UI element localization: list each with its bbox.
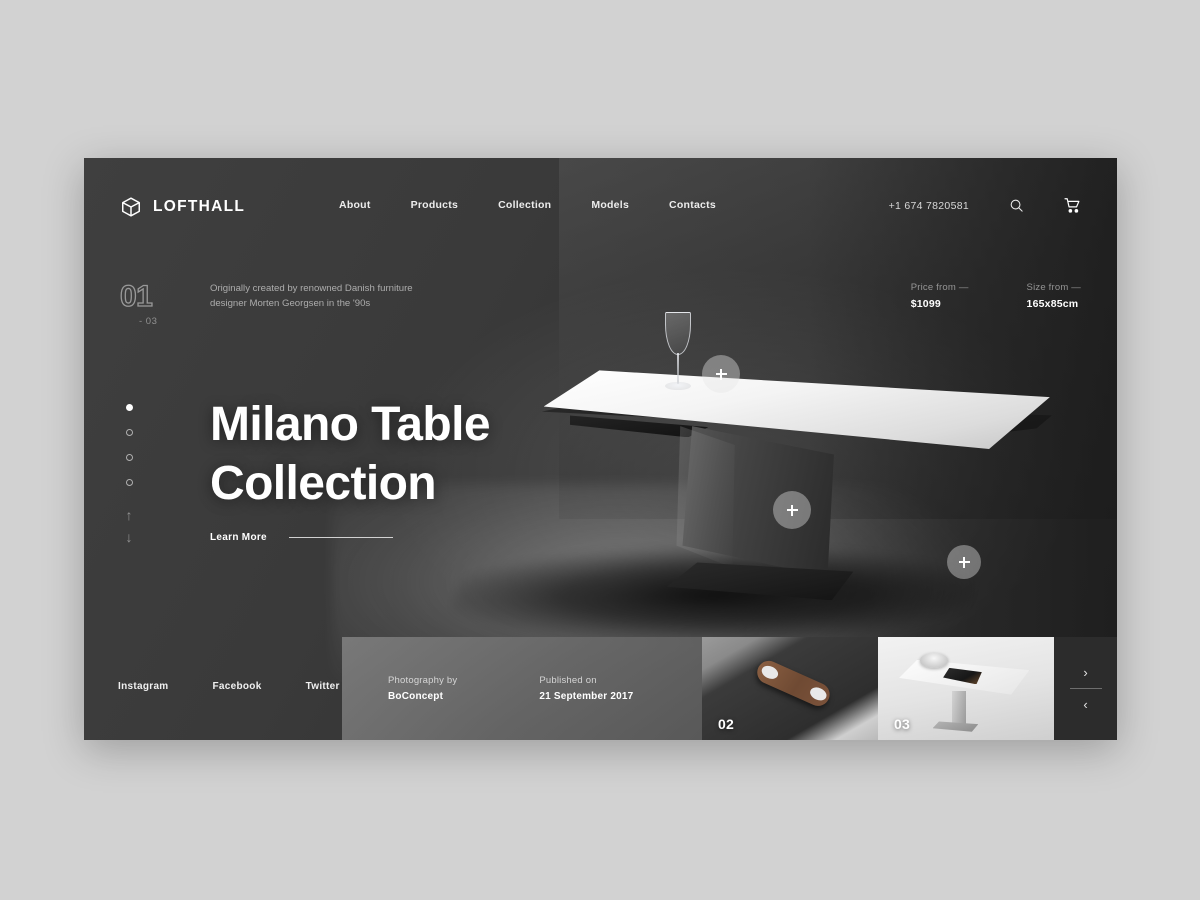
leather-handle-image <box>753 657 834 710</box>
thumbnail-table-foot <box>932 721 979 732</box>
spec-size-value: 165x85cm <box>1026 298 1079 310</box>
learn-more-link[interactable]: Learn More <box>210 532 393 543</box>
slide-counter: 01 - 03 <box>119 279 200 327</box>
nav-item-products[interactable]: Products <box>411 199 459 211</box>
next-slide-arrow-icon[interactable]: › <box>1071 657 1099 688</box>
hero-slide-frame: LOFTHALL About Products Collection Model… <box>84 158 1117 740</box>
pagination-dot-4[interactable] <box>125 479 133 486</box>
rail-arrows: ↑ ↓ <box>118 504 140 548</box>
page-title-line-2: Collection <box>210 456 437 510</box>
learn-more-label: Learn More <box>210 532 267 543</box>
phone-number[interactable]: +1 674 7820581 <box>889 200 969 212</box>
wine-glass-stem <box>676 352 679 384</box>
slide-description: Originally created by renowned Danish fu… <box>210 283 413 309</box>
logo-text: LOFTHALL <box>153 198 246 215</box>
thumbnail-03[interactable]: 03 <box>878 637 1054 740</box>
page-title-line-1: Milano Table <box>210 398 491 451</box>
thumbnail-02-number: 02 <box>718 716 734 732</box>
credit-photography-label: Photography by <box>388 675 458 686</box>
page-title: Milano Table Collection <box>210 396 640 513</box>
social-link-instagram[interactable]: Instagram <box>118 681 169 692</box>
hotspot-plus-icon-2[interactable] <box>947 545 981 579</box>
slide-counter-current: 01 <box>119 279 153 313</box>
credit-published: Published on 21 September 2017 <box>539 675 633 702</box>
pagination-dot-3[interactable] <box>125 454 133 461</box>
slide-counter-total: - 03 <box>139 316 158 327</box>
learn-more-rule <box>288 537 393 538</box>
credit-photography: Photography by BoConcept <box>388 675 457 702</box>
credit-photography-value: BoConcept <box>388 691 444 702</box>
credits-panel: Photography by BoConcept Published on 21… <box>342 637 702 740</box>
nav-item-models[interactable]: Models <box>591 199 629 211</box>
slide-pagination-rail: ↑ ↓ <box>118 404 140 548</box>
shopping-cart-icon[interactable] <box>1064 197 1081 214</box>
thumbnail-strip: 02 03 <box>702 637 1054 740</box>
spec-size: Size from — 165x85cm <box>1027 282 1081 310</box>
site-header: LOFTHALL About Products Collection Model… <box>84 158 1117 254</box>
thumbnail-02[interactable]: 02 <box>702 637 878 740</box>
spec-price-value: $1099 <box>910 298 941 310</box>
social-link-facebook[interactable]: Facebook <box>213 681 262 692</box>
spec-price-label: Price from — <box>910 282 969 293</box>
credit-published-label: Published on <box>539 675 597 686</box>
search-icon[interactable] <box>1009 198 1024 213</box>
arrow-down-icon[interactable]: ↓ <box>118 526 140 548</box>
slider-controls: › ‹ <box>1054 637 1117 740</box>
cube-icon <box>120 196 142 218</box>
nav-item-about[interactable]: About <box>339 199 371 211</box>
credit-published-value: 21 September 2017 <box>539 691 634 702</box>
hotspot-plus-icon-1[interactable] <box>702 355 740 393</box>
nav-item-contacts[interactable]: Contacts <box>669 199 716 211</box>
wine-glass <box>660 312 695 393</box>
logo[interactable]: LOFTHALL <box>120 196 245 218</box>
pagination-dot-1[interactable] <box>125 404 133 411</box>
wine-glass-foot <box>665 382 691 391</box>
wine-glass-bowl <box>664 312 692 355</box>
pagination-dot-2[interactable] <box>125 429 133 436</box>
product-specs: Price from — $1099 Size from — 165x85cm <box>911 282 1081 310</box>
spec-size-label: Size from — <box>1026 282 1081 293</box>
table-shadow <box>442 547 986 642</box>
thumbnail-bowl <box>920 653 949 668</box>
main-navigation: About Products Collection Models Contact… <box>339 199 716 211</box>
spec-price: Price from — $1099 <box>911 282 969 310</box>
social-links: Instagram Facebook Twitter <box>118 681 340 692</box>
social-link-twitter[interactable]: Twitter <box>306 681 340 692</box>
thumbnail-03-number: 03 <box>894 716 910 732</box>
header-actions: +1 674 7820581 <box>889 197 1081 214</box>
nav-item-collection[interactable]: Collection <box>498 199 551 211</box>
hotspot-plus-icon-3[interactable] <box>773 491 811 529</box>
prev-slide-arrow-icon[interactable]: ‹ <box>1071 689 1099 720</box>
arrow-up-icon[interactable]: ↑ <box>118 504 140 526</box>
thumbnail-table-leg <box>951 690 966 725</box>
